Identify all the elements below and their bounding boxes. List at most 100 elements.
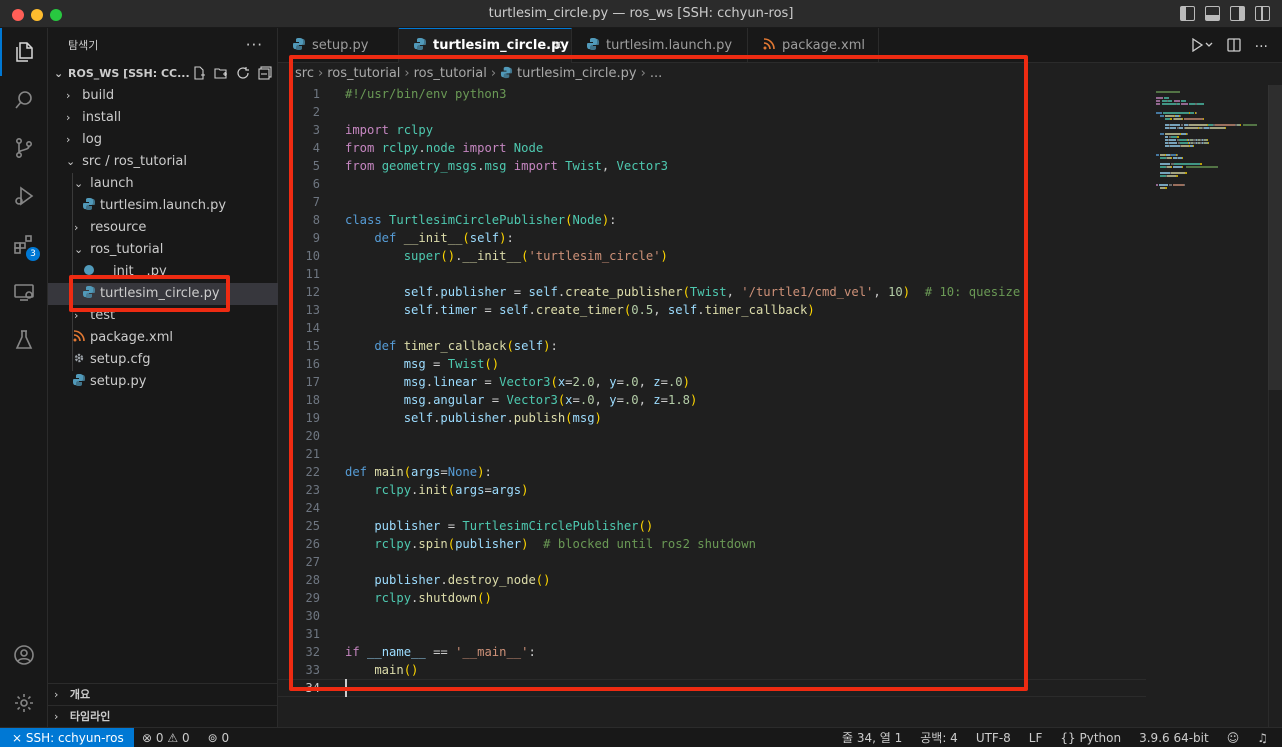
accounts-icon[interactable] [0,631,48,679]
tree-file-init[interactable]: __init__.py [48,261,278,283]
code-line[interactable]: main() [345,661,1145,679]
code-line[interactable] [345,445,1145,463]
code-line[interactable] [345,265,1145,283]
toggle-panel-icon[interactable] [1205,6,1220,21]
code-line[interactable] [345,319,1145,337]
tree-folder-build[interactable]: › build [48,85,278,107]
outline-section[interactable]: › 개요 [48,683,278,705]
code-line[interactable]: rclpy.spin(publisher) # blocked until ro… [345,535,1145,553]
code-line[interactable] [345,427,1145,445]
code-line[interactable]: msg = Twist() [345,355,1145,373]
breadcrumb-item[interactable]: src [295,66,314,81]
code-line[interactable] [345,193,1145,211]
tab-setup-py[interactable]: setup.py [278,28,399,63]
tree-folder-ros-tutorial[interactable]: ⌄ ros_tutorial [48,239,278,261]
new-file-icon[interactable] [192,66,206,80]
problems-status[interactable]: ⊗ 0 ⚠ 0 [142,728,190,747]
eol-status[interactable]: LF [1029,728,1043,747]
code-line[interactable] [345,553,1145,571]
ports-status[interactable]: ⊚ 0 [208,728,230,747]
chevron-down-icon: ⌄ [54,67,64,80]
breadcrumb-item[interactable]: ros_tutorial [414,66,487,81]
code-line[interactable] [345,625,1145,643]
code-line[interactable]: msg.angular = Vector3(x=.0, y=.0, z=1.8) [345,391,1145,409]
python-interpreter[interactable]: 3.9.6 64-bit [1139,728,1209,747]
customize-layout-icon[interactable] [1255,6,1270,21]
encoding-status[interactable]: UTF-8 [976,728,1011,747]
code-line[interactable]: import rclpy [345,121,1145,139]
code-line[interactable]: def main(args=None): [345,463,1145,481]
code-line[interactable]: publisher.destroy_node() [345,571,1145,589]
source-control-icon[interactable] [0,124,48,172]
code-line[interactable]: if __name__ == '__main__': [345,643,1145,661]
code-line[interactable]: from geometry_msgs.msg import Twist, Vec… [345,157,1145,175]
run-debug-icon[interactable] [0,172,48,220]
toggle-sidebar-icon[interactable] [1180,6,1195,21]
code-line[interactable]: from rclpy.node import Node [345,139,1145,157]
tree-file-setup-py[interactable]: setup.py [48,371,278,393]
breadcrumb-item[interactable]: turtlesim_circle.py [517,66,637,81]
code-line[interactable]: super().__init__('turtlesim_circle') [345,247,1145,265]
close-tab-icon[interactable]: × [552,29,563,62]
tree-folder-test[interactable]: › test [48,305,278,327]
extensions-icon[interactable]: 3 [0,220,48,268]
code-line[interactable] [345,607,1145,625]
explorer-icon[interactable] [0,28,48,76]
tree-folder-src-ros-tutorial[interactable]: ⌄ src / ros_tutorial [48,151,278,173]
tree-folder-install[interactable]: › install [48,107,278,129]
split-editor-icon[interactable] [1226,38,1241,56]
indentation-status[interactable]: 공백: 4 [920,728,958,747]
run-icon[interactable] [1191,37,1213,56]
code-line[interactable]: def timer_callback(self): [345,337,1145,355]
remote-explorer-icon[interactable] [0,268,48,316]
toggle-secondary-sidebar-icon[interactable] [1230,6,1245,21]
remote-indicator[interactable]: ⨯ SSH: cchyun-ros [0,728,134,747]
code-lines[interactable]: #!/usr/bin/env python3 import rclpy from r… [345,85,1145,697]
minimap[interactable] [1152,85,1282,727]
tree-folder-resource[interactable]: › resource [48,217,278,239]
tab-package-xml[interactable]: package.xml [748,28,879,63]
code-editor[interactable]: 1 2 3 4 5 6 7 8 9 10 11 12 13 14 15 16 17 18 19 20 21 22 23 24 2… [278,85,1282,727]
notifications-bell-icon[interactable]: ♫ [1257,728,1268,747]
code-line[interactable] [345,175,1145,193]
code-line[interactable] [345,103,1145,121]
search-icon[interactable] [0,76,48,124]
feedback-icon[interactable]: ☺ [1227,728,1240,747]
workspace-folder[interactable]: ⌄ ROS_WS [SSH: CC... [48,63,278,85]
code-line[interactable]: def __init__(self): [345,229,1145,247]
scrollbar-thumb[interactable] [1268,85,1282,390]
testing-icon[interactable] [0,316,48,364]
tab-turtlesim-circle[interactable]: turtlesim_circle.py × [399,28,572,63]
refresh-icon[interactable] [236,66,250,80]
breadcrumb-item[interactable]: ... [650,66,662,81]
collapse-all-icon[interactable] [258,66,272,80]
manage-gear-icon[interactable] [0,679,48,727]
tab-turtlesim-launch[interactable]: turtlesim.launch.py [572,28,748,63]
code-line[interactable]: msg.linear = Vector3(x=2.0, y=.0, z=.0) [345,373,1145,391]
code-line[interactable]: self.publisher.publish(msg) [345,409,1145,427]
code-line[interactable]: rclpy.init(args=args) [345,481,1145,499]
vertical-scrollbar[interactable] [1268,85,1282,727]
tree-folder-launch[interactable]: ⌄ launch [48,173,278,195]
code-line[interactable] [345,499,1145,517]
code-line[interactable]: self.timer = self.create_timer(0.5, self… [345,301,1145,319]
tree-file-setup-cfg[interactable]: setup.cfg [48,349,278,371]
code-line[interactable]: #!/usr/bin/env python3 [345,85,1145,103]
more-actions-icon[interactable]: ··· [1255,39,1268,55]
minimap-line [1179,139,1187,141]
code-line[interactable] [345,679,1145,697]
language-mode[interactable]: {} Python [1060,728,1121,747]
tree-folder-log[interactable]: › log [48,129,278,151]
new-folder-icon[interactable] [214,66,228,80]
code-line[interactable]: publisher = TurtlesimCirclePublisher() [345,517,1145,535]
code-line[interactable]: rclpy.shutdown() [345,589,1145,607]
code-line[interactable]: self.publisher = self.create_publisher(T… [345,283,1145,301]
breadcrumb-item[interactable]: ros_tutorial [327,66,400,81]
tree-file-turtlesim-launch[interactable]: turtlesim.launch.py [48,195,278,217]
more-actions-icon[interactable]: ··· [246,28,263,63]
tree-file-turtlesim-circle[interactable]: turtlesim_circle.py [48,283,278,305]
tree-file-package-xml[interactable]: package.xml [48,327,278,349]
cursor-position[interactable]: 줄 34, 열 1 [842,728,902,747]
timeline-section[interactable]: › 타임라인 [48,705,278,727]
code-line[interactable]: class TurtlesimCirclePublisher(Node): [345,211,1145,229]
